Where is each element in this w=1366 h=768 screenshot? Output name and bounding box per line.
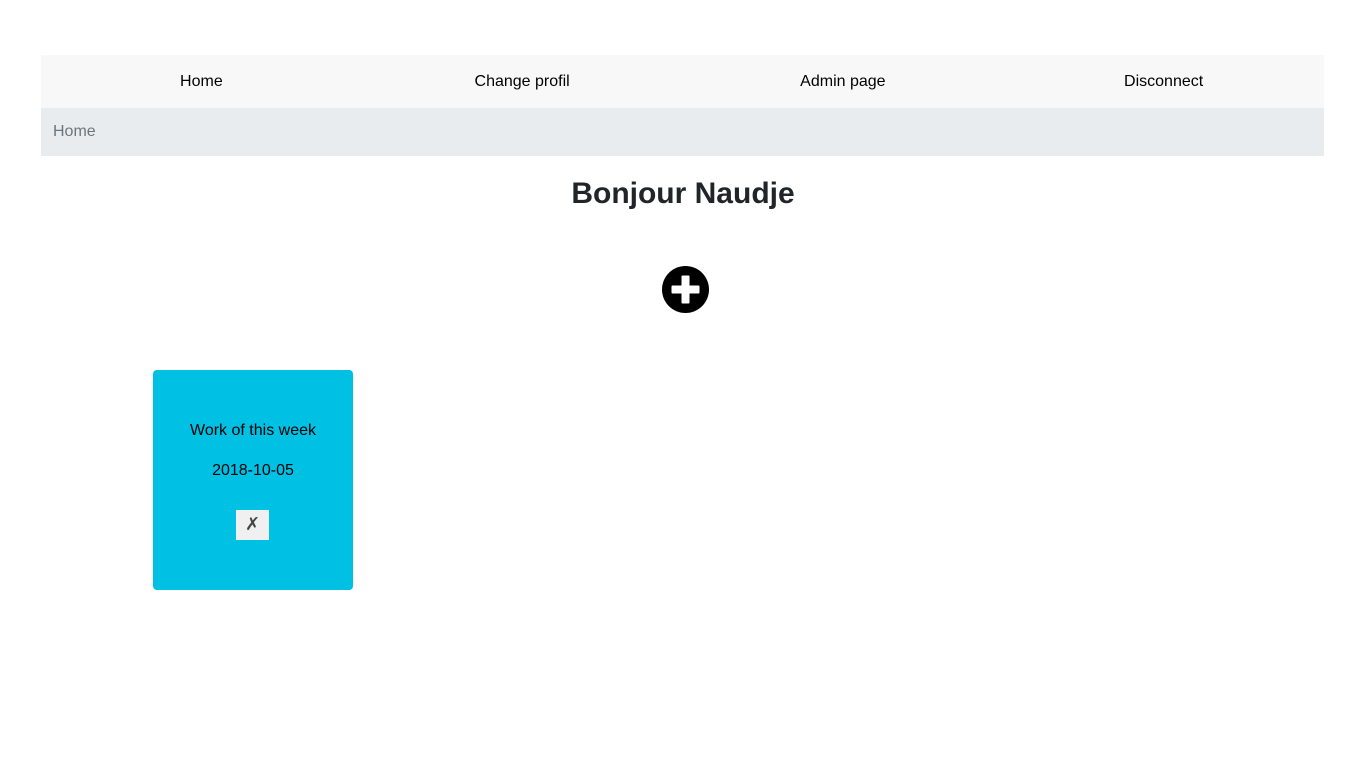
breadcrumb-item-home: Home xyxy=(53,123,96,140)
top-navbar: Home Change profil Admin page Disconnect xyxy=(41,55,1324,108)
add-button[interactable] xyxy=(662,266,709,313)
delete-card-button[interactable]: ✗ xyxy=(236,510,269,540)
page-title: Bonjour Naudje xyxy=(571,177,795,210)
nav-item-disconnect[interactable]: Disconnect xyxy=(1003,55,1324,108)
card-date: 2018-10-05 xyxy=(212,462,294,479)
card-title: Work of this week xyxy=(190,422,316,439)
work-card: Work of this week 2018-10-05 ✗ xyxy=(153,370,353,590)
nav-item-change-profil[interactable]: Change profil xyxy=(362,55,683,108)
plus-circle-icon xyxy=(662,266,709,313)
nav-item-home[interactable]: Home xyxy=(41,55,362,108)
nav-item-admin-page[interactable]: Admin page xyxy=(683,55,1004,108)
breadcrumb: Home xyxy=(41,108,1324,156)
